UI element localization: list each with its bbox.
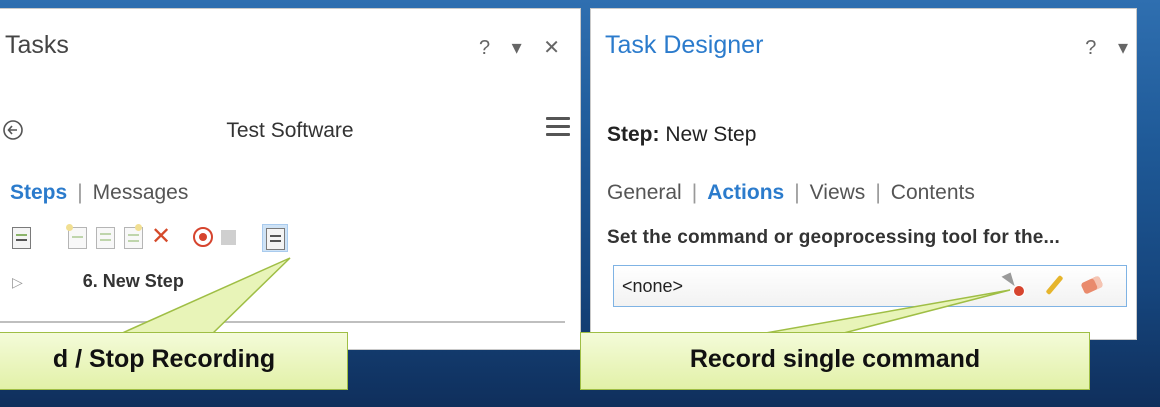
callout-record-stop: d / Stop Recording — [0, 332, 348, 390]
callout-record-single-command: Record single command — [580, 332, 1090, 390]
